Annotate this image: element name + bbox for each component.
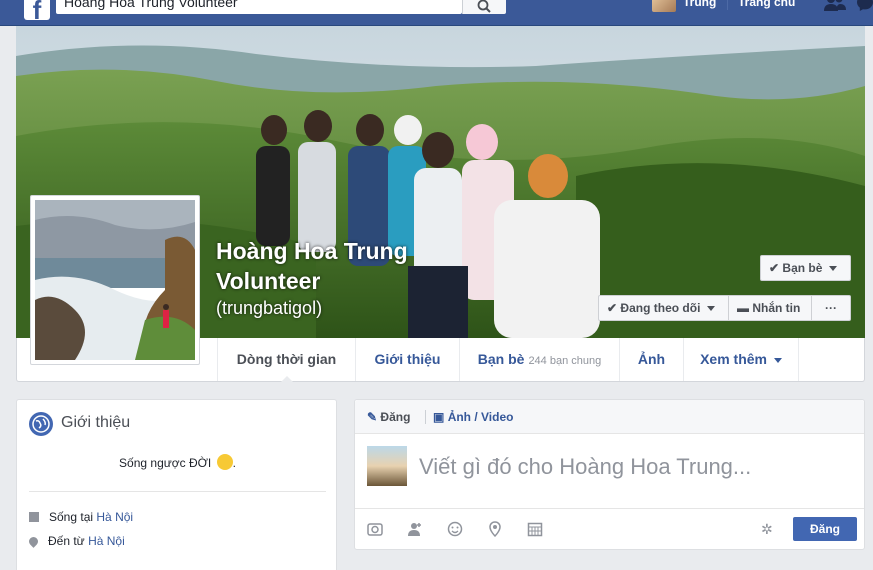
calendar-icon[interactable] [527, 521, 543, 537]
composer-tab-photo[interactable]: ▣ Ảnh / Video [433, 410, 513, 424]
lives-in-link[interactable]: Hà Nội [96, 510, 133, 524]
post-button[interactable]: Đăng [793, 517, 857, 541]
from-prefix: Đến từ [48, 534, 85, 548]
following-button[interactable]: ✔ Đang theo dõi [598, 295, 729, 321]
from-link[interactable]: Hà Nội [88, 534, 125, 548]
composer-text-input[interactable]: Viết gì đó cho Hoàng Hoa Trung... [419, 454, 751, 480]
message-button-label: Nhắn tin [752, 301, 801, 315]
check-icon: ✔ [769, 261, 780, 275]
composer-footer: ✲ Đăng [355, 508, 864, 549]
globe-icon [29, 412, 53, 436]
smile-emoji-icon [216, 454, 233, 470]
profile-username: (trungbatigol) [216, 298, 323, 318]
composer-header: ✎ Đăng ▣ Ảnh / Video [355, 400, 864, 434]
message-icon: ▬ [737, 301, 749, 315]
tab-more[interactable]: Xem thêm [683, 338, 799, 381]
chevron-down-icon [773, 357, 782, 363]
tag-friends-icon[interactable] [407, 521, 423, 537]
pencil-icon: ✎ [367, 410, 378, 424]
composer-avatar [367, 446, 407, 486]
following-button-label: Đang theo dõi [620, 301, 701, 315]
post-composer: ✎ Đăng ▣ Ảnh / Video Viết gì đó cho Hoàn… [354, 399, 865, 550]
friends-button[interactable]: ✔ Bạn bè [760, 255, 851, 281]
topbar-divider [727, 0, 728, 10]
chevron-down-icon [828, 266, 837, 272]
tab-friends[interactable]: Bạn bè 244 bạn chung [459, 338, 619, 381]
message-button[interactable]: ▬ Nhắn tin [729, 295, 812, 321]
facebook-logo-icon[interactable]: f [24, 0, 50, 20]
composer-header-divider [425, 410, 426, 424]
tab-friends-label: Bạn bè [477, 351, 525, 367]
tab-timeline[interactable]: Dòng thời gian [217, 338, 355, 382]
search-button[interactable] [462, 0, 506, 14]
check-icon: ✔ [607, 301, 618, 315]
from-row: Đến từ Hà Nội [27, 534, 125, 548]
user-name-link[interactable]: Trung [683, 0, 716, 9]
tab-timeline-label: Dòng thời gian [236, 351, 337, 367]
user-avatar[interactable] [652, 0, 676, 12]
location-pin-icon [27, 535, 40, 548]
lives-in-prefix: Sống tại [49, 510, 94, 524]
audience-settings-icon[interactable]: ✲ [761, 521, 773, 538]
lives-in-row: Sống tại Hà Nội [29, 510, 133, 524]
tab-photos-label: Ảnh [637, 351, 666, 367]
intro-bio: Sống ngược ĐỜI . [17, 454, 338, 470]
home-link[interactable]: Trang chủ [738, 0, 795, 9]
intro-bio-text: Sống ngược ĐỜI [119, 456, 212, 470]
tab-more-label: Xem thêm [700, 351, 768, 367]
profile-beach-image [35, 200, 195, 360]
friends-button-label: Bạn bè [782, 261, 823, 275]
friend-requests-icon[interactable] [824, 0, 846, 11]
tab-photos[interactable]: Ảnh [619, 338, 683, 381]
tab-about-label: Giới thiệu [374, 351, 441, 367]
search-icon [477, 0, 491, 13]
intro-title: Giới thiệu [61, 414, 131, 431]
chevron-down-icon [706, 306, 715, 312]
profile-name[interactable]: Hoàng Hoa Trung Volunteer [216, 236, 446, 296]
search-input[interactable]: Hoàng Hoa Trung Volunteer [56, 0, 462, 14]
more-options-button[interactable]: ··· [812, 295, 851, 321]
intro-divider [29, 491, 326, 492]
feeling-icon[interactable] [447, 521, 463, 537]
profile-picture[interactable] [30, 195, 200, 365]
messages-icon[interactable] [857, 0, 873, 11]
photo-icon[interactable] [367, 521, 383, 537]
mutual-friends-count: 244 bạn chung [528, 355, 602, 367]
composer-tab-post[interactable]: ✎ Đăng [367, 410, 410, 424]
camera-icon: ▣ [433, 410, 445, 424]
check-in-icon[interactable] [487, 521, 503, 537]
bio-period: . [232, 456, 236, 470]
tab-about[interactable]: Giới thiệu [355, 338, 459, 381]
intro-card: Giới thiệu Sống ngược ĐỜI . Sống tại Hà … [16, 399, 337, 570]
composer-tab-photo-label: Ảnh / Video [447, 410, 514, 424]
top-navigation-bar: f Hoàng Hoa Trung Volunteer Trung Trang … [0, 0, 873, 26]
composer-tab-post-label: Đăng [380, 410, 411, 424]
home-icon [29, 512, 39, 522]
